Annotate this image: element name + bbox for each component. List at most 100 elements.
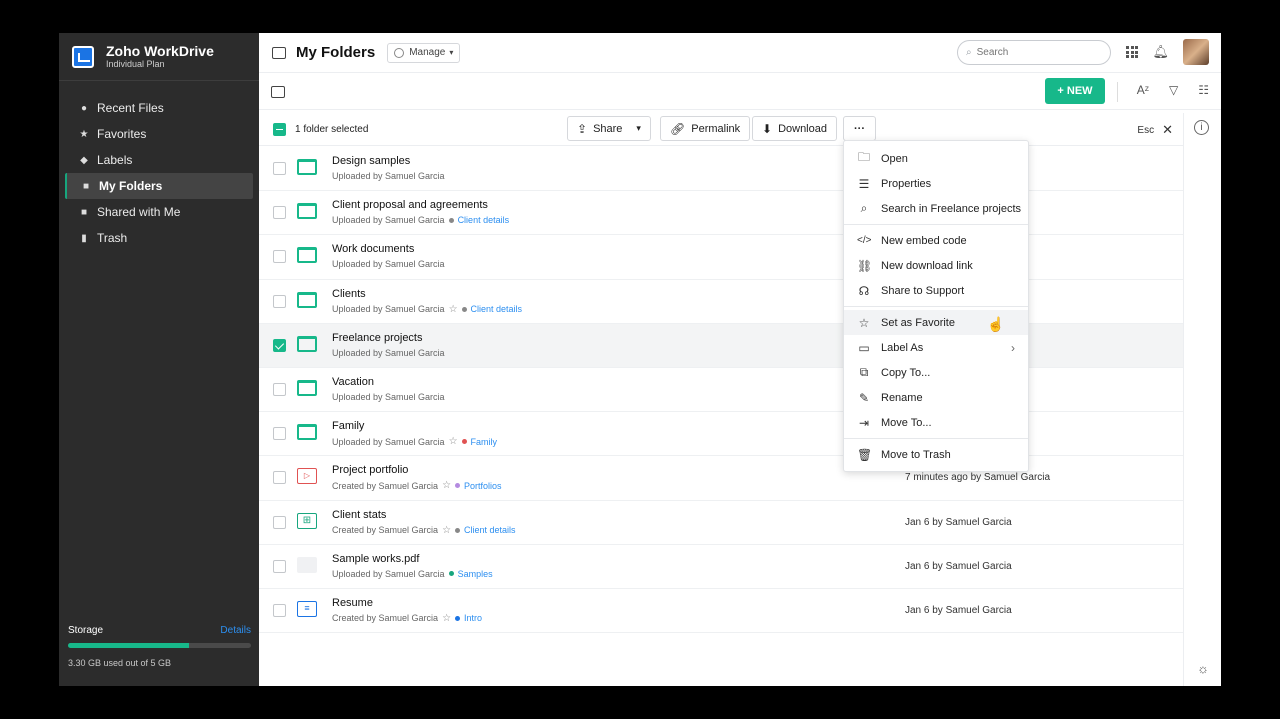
file-meta: Uploaded by Samuel Garcia: [332, 347, 445, 358]
menu-item-new-download-link[interactable]: ⛓︎ New download link: [844, 253, 1028, 278]
list-item[interactable]: Client proposal and agreements Uploaded …: [259, 191, 1183, 236]
label-tag[interactable]: Family: [471, 437, 498, 447]
file-name[interactable]: Vacation: [332, 376, 374, 388]
storage-details-link[interactable]: Details: [220, 625, 251, 636]
menu-item-new-embed-code[interactable]: </> New embed code: [844, 228, 1028, 253]
esc-label: Esc: [1137, 124, 1155, 136]
file-name[interactable]: Family: [332, 420, 364, 432]
menu-item-properties[interactable]: ☰ Properties: [844, 171, 1028, 196]
star-icon[interactable]: ☆: [449, 304, 458, 315]
label-dot: [448, 217, 454, 223]
file-name[interactable]: Design samples: [332, 155, 410, 167]
bell-icon[interactable]: 🔔︎: [1152, 44, 1169, 60]
trash-icon: ▮: [81, 232, 87, 244]
row-checkbox[interactable]: [273, 515, 286, 529]
row-checkbox[interactable]: [273, 427, 286, 441]
list-item[interactable]: Family Uploaded by Samuel Garcia ☆ Family: [259, 412, 1183, 457]
file-name[interactable]: Clients: [332, 288, 366, 300]
list-item[interactable]: ⊞ Client stats Created by Samuel Garcia ☆…: [259, 501, 1183, 545]
row-checkbox[interactable]: [273, 471, 286, 485]
star-icon[interactable]: ☆: [442, 525, 451, 536]
file-meta: Created by Samuel Garcia: [332, 613, 439, 624]
row-checkbox[interactable]: [273, 382, 286, 396]
select-all-checkbox[interactable]: [273, 122, 286, 136]
context-menu: 🗀︎ Open ☰ Properties ⌕ Search in Freelance …: [843, 140, 1029, 472]
menu-item-open[interactable]: 🗀︎ Open: [844, 146, 1028, 171]
label-tag[interactable]: Samples: [458, 569, 493, 579]
row-checkbox[interactable]: [273, 294, 286, 308]
share-label: Share: [593, 122, 623, 135]
label-tag[interactable]: Intro: [464, 613, 482, 623]
new-button[interactable]: + NEW: [1045, 78, 1105, 104]
file-name[interactable]: Work documents: [332, 243, 414, 255]
label-tag[interactable]: Portfolios: [464, 481, 502, 491]
menu-item-copy-to[interactable]: ⧉ Copy To...: [844, 360, 1028, 385]
row-checkbox[interactable]: [273, 338, 286, 352]
download-button[interactable]: ⬇ Download: [752, 116, 837, 141]
search-box[interactable]: ⌕: [957, 40, 1111, 65]
list-item[interactable]: Sample works.pdf Uploaded by Samuel Garc…: [259, 545, 1183, 589]
close-icon[interactable]: ✕: [1162, 122, 1173, 138]
row-checkbox[interactable]: [273, 250, 286, 264]
folder-icon: [297, 291, 317, 308]
apps-grid-icon[interactable]: [1126, 46, 1139, 58]
chevron-down-icon[interactable]: ▾: [636, 123, 641, 134]
list-item[interactable]: Design samples Uploaded by Samuel Garcia: [259, 147, 1183, 192]
theme-toggle-icon[interactable]: ☼: [1197, 661, 1209, 676]
menu-item-move-to[interactable]: ⇥ Move To...: [844, 410, 1028, 435]
file-name[interactable]: Project portfolio: [332, 464, 408, 476]
row-checkbox[interactable]: [273, 603, 286, 617]
sidebar-item-shared-with-me[interactable]: ■ Shared with Me: [59, 199, 259, 225]
label-tag[interactable]: Client details: [458, 215, 510, 225]
label-tag[interactable]: Client details: [471, 304, 523, 314]
file-name[interactable]: Client stats: [332, 509, 386, 521]
star-icon[interactable]: ☆: [442, 613, 451, 624]
permalink-button[interactable]: 🔗︎ Permalink: [660, 116, 751, 141]
more-icon: ···: [854, 122, 865, 135]
file-name[interactable]: Client proposal and agreements: [332, 199, 488, 211]
star-icon[interactable]: ☆: [449, 436, 458, 447]
label-dot: [455, 483, 461, 489]
label-tag[interactable]: Client details: [464, 525, 516, 535]
star-icon[interactable]: ☆: [442, 480, 451, 491]
sidebar-item-trash[interactable]: ▮ Trash: [59, 225, 259, 251]
row-checkbox[interactable]: [273, 206, 286, 220]
menu-item-rename[interactable]: ✎ Rename: [844, 385, 1028, 410]
list-item[interactable]: ≡ Resume Created by Samuel Garcia ☆ Intro …: [259, 589, 1183, 634]
sidebar-item-recent-files[interactable]: ● Recent Files: [59, 95, 259, 121]
menu-divider: [844, 438, 1028, 439]
file-name[interactable]: Resume: [332, 597, 373, 609]
list-item[interactable]: Vacation Uploaded by Samuel Garcia: [259, 368, 1183, 413]
label-icon: ▭: [858, 340, 870, 355]
list-item[interactable]: Work documents Uploaded by Samuel Garcia: [259, 235, 1183, 280]
menu-item-label: New embed code: [881, 234, 967, 247]
modified-date: Jan 6 by Samuel Garcia: [905, 516, 1012, 528]
share-button[interactable]: ⇪ Share ▾: [567, 116, 651, 141]
list-item[interactable]: Clients Uploaded by Samuel Garcia ☆ Client…: [259, 280, 1183, 324]
sidebar-item-favorites[interactable]: ★ Favorites: [59, 121, 259, 147]
manage-button[interactable]: Manage ▾: [387, 42, 461, 63]
sidebar-item-label: Shared with Me: [97, 205, 181, 219]
menu-item-share-to-support[interactable]: ☊ Share to Support: [844, 278, 1028, 303]
filter-icon[interactable]: ▽: [1169, 83, 1178, 97]
list-item[interactable]: Freelance projects Uploaded by Samuel Ga…: [259, 323, 1183, 368]
menu-item-move-to-trash[interactable]: 🗑︎ Move to Trash: [844, 442, 1028, 467]
menu-item-search-in-folder[interactable]: ⌕ Search in Freelance projects: [844, 196, 1028, 221]
sidebar-item-labels[interactable]: ◆ Labels: [59, 147, 259, 173]
menu-item-label-as[interactable]: ▭ Label As ›: [844, 335, 1028, 360]
more-actions-button[interactable]: ···: [843, 116, 876, 141]
row-checkbox[interactable]: [273, 162, 286, 175]
info-icon[interactable]: i: [1194, 120, 1209, 135]
sidebar-item-my-folders[interactable]: ■ My Folders: [65, 173, 253, 199]
list-item[interactable]: ▷ Project portfolio Created by Samuel Ga…: [259, 456, 1183, 501]
clear-selection[interactable]: Esc ✕: [1137, 122, 1173, 138]
avatar[interactable]: [1183, 39, 1209, 65]
file-meta: Created by Samuel Garcia: [332, 480, 439, 491]
modified-date: Jan 6 by Samuel Garcia: [905, 604, 1012, 616]
file-name[interactable]: Sample works.pdf: [332, 553, 419, 565]
sort-az-icon[interactable]: Aᶻ: [1137, 83, 1149, 97]
search-input[interactable]: [976, 47, 1087, 58]
file-name[interactable]: Freelance projects: [332, 332, 423, 344]
row-checkbox[interactable]: [273, 559, 286, 573]
view-toggle-icon[interactable]: ☷: [1198, 83, 1209, 97]
